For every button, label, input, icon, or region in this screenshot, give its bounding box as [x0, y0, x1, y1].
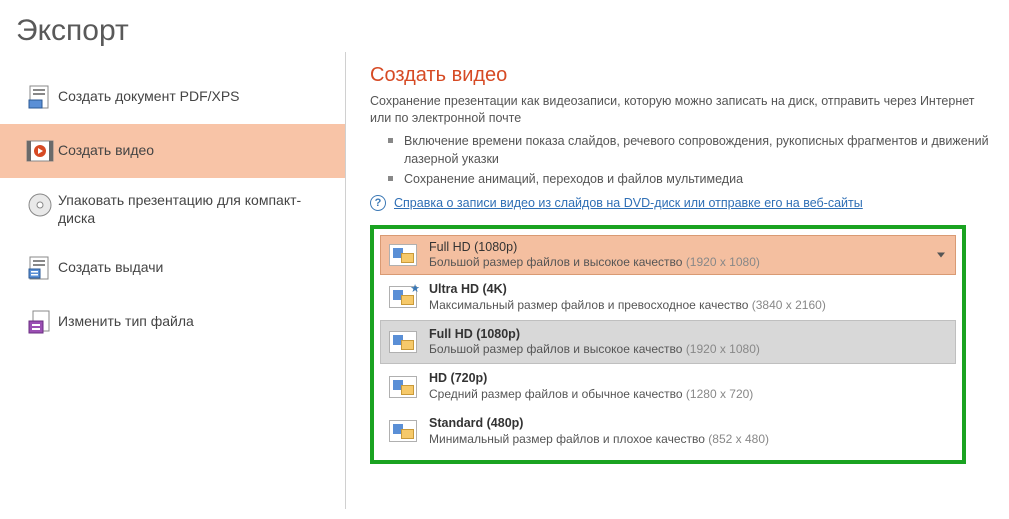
export-content: Создать видео Сохранение презентации как… — [346, 52, 1009, 509]
quality-option-720p[interactable]: HD (720p) Средний размер файлов и обычно… — [380, 364, 956, 409]
sidebar-item-pdfxps[interactable]: Создать документ PDF/XPS — [0, 70, 345, 124]
slide-thumb-icon — [389, 244, 417, 266]
slide-thumb-icon — [389, 376, 417, 398]
feature-bullets: Включение времени показа слайдов, речево… — [388, 131, 989, 189]
slide-thumb-icon: ★ — [389, 286, 417, 308]
sidebar-item-handouts[interactable]: Создать выдачи — [0, 241, 345, 295]
star-icon: ★ — [410, 282, 420, 295]
quality-option-title: Full HD (1080p) — [429, 327, 760, 343]
bullet-item: Сохранение анимаций, переходов и файлов … — [388, 169, 989, 189]
quality-option-sub: Большой размер файлов и высокое качество… — [429, 342, 760, 357]
sidebar-item-label: Упаковать презентацию для компакт-диска — [58, 192, 329, 227]
help-icon: ? — [370, 195, 386, 211]
filetype-icon — [22, 309, 58, 335]
quality-option-title: Standard (480p) — [429, 416, 769, 432]
main-area: Создать документ PDF/XPS Создать видео У… — [0, 52, 1009, 509]
handouts-icon — [22, 255, 58, 281]
sidebar-item-package-cd[interactable]: Упаковать презентацию для компакт-диска — [0, 178, 345, 241]
quality-option-sub: Средний размер файлов и обычное качество… — [429, 387, 753, 402]
section-description: Сохранение презентации как видеозаписи, … — [370, 93, 989, 127]
export-sidebar: Создать документ PDF/XPS Создать видео У… — [0, 52, 346, 509]
cd-icon — [22, 192, 58, 218]
quality-option-sub: Минимальный размер файлов и плохое качес… — [429, 432, 769, 447]
help-link[interactable]: Справка о записи видео из слайдов на DVD… — [394, 196, 863, 210]
video-export-icon — [22, 138, 58, 164]
chevron-down-icon — [937, 253, 945, 258]
help-row: ? Справка о записи видео из слайдов на D… — [370, 195, 989, 211]
quality-header-title: Full HD (1080p) — [429, 240, 760, 256]
quality-option-4k[interactable]: ★ Ultra HD (4K) Максимальный размер файл… — [380, 275, 956, 320]
quality-header-sub: Большой размер файлов и высокое качество… — [429, 255, 760, 270]
quality-option-title: HD (720p) — [429, 371, 753, 387]
sidebar-item-label: Создать выдачи — [58, 259, 163, 277]
sidebar-item-label: Создать видео — [58, 142, 154, 160]
section-title: Создать видео — [370, 64, 989, 87]
sidebar-item-change-filetype[interactable]: Изменить тип файла — [0, 295, 345, 349]
quality-option-1080p[interactable]: Full HD (1080p) Большой размер файлов и … — [380, 320, 956, 365]
pdfxps-icon — [22, 84, 58, 110]
quality-option-sub: Максимальный размер файлов и превосходно… — [429, 298, 826, 313]
sidebar-item-video[interactable]: Создать видео — [0, 124, 345, 178]
bullet-item: Включение времени показа слайдов, речево… — [388, 131, 989, 169]
slide-thumb-icon — [389, 420, 417, 442]
sidebar-item-label: Создать документ PDF/XPS — [58, 88, 240, 106]
quality-option-480p[interactable]: Standard (480p) Минимальный размер файло… — [380, 409, 956, 454]
sidebar-item-label: Изменить тип файла — [58, 313, 194, 331]
quality-selector-box: Full HD (1080p) Большой размер файлов и … — [370, 225, 966, 464]
quality-header-text: Full HD (1080p) Большой размер файлов и … — [429, 240, 760, 271]
quality-dropdown-header[interactable]: Full HD (1080p) Большой размер файлов и … — [380, 235, 956, 275]
page-title: Экспорт — [0, 0, 1009, 52]
slide-thumb-icon — [389, 331, 417, 353]
quality-option-title: Ultra HD (4K) — [429, 282, 826, 298]
